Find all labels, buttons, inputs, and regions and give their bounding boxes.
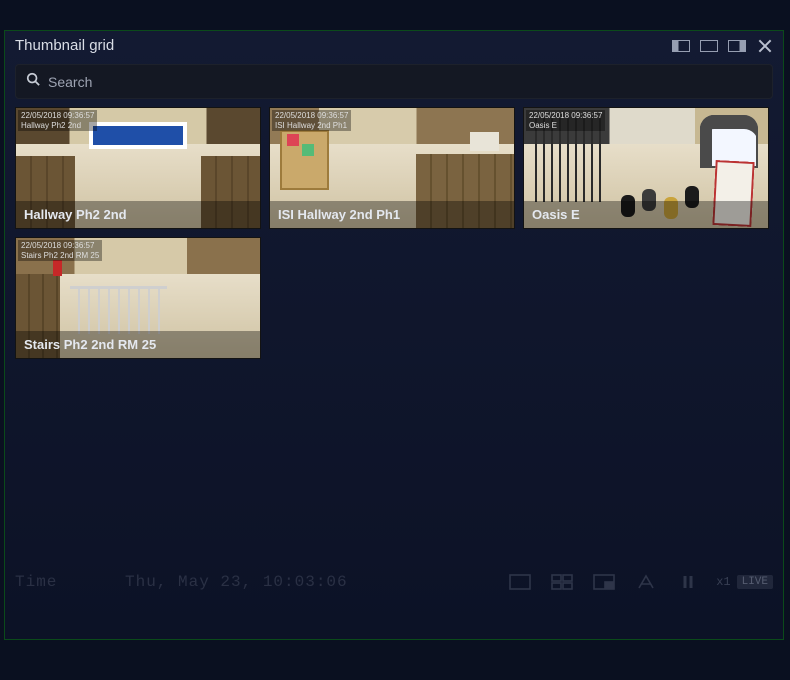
pause-icon[interactable]: [676, 573, 700, 591]
camera-label: ISI Hallway 2nd Ph1: [270, 201, 514, 228]
live-badge[interactable]: LIVE: [737, 575, 773, 589]
dock-full-button[interactable]: [699, 39, 719, 53]
thumbnail-grid-panel: Thumbnail grid 22/05/2018 09:36:57 Hallw…: [4, 30, 784, 640]
search-bar[interactable]: [15, 64, 773, 99]
layout-single-icon[interactable]: [508, 573, 532, 591]
layout-pip-icon[interactable]: [592, 573, 616, 591]
camera-tile[interactable]: 22/05/2018 09:36:57 Oasis E Oasis E: [523, 107, 769, 229]
camera-overlay-text: 22/05/2018 09:36:57 ISI Hallway 2nd Ph1: [272, 110, 351, 131]
camera-grid: 22/05/2018 09:36:57 Hallway Ph2 2nd Hall…: [5, 99, 783, 367]
camera-tile[interactable]: 22/05/2018 09:36:57 ISI Hallway 2nd Ph1 …: [269, 107, 515, 229]
camera-label: Hallway Ph2 2nd: [16, 201, 260, 228]
playback-speed[interactable]: x1: [716, 575, 730, 589]
dock-right-button[interactable]: [727, 39, 747, 53]
camera-tile[interactable]: 22/05/2018 09:36:57 Stairs Ph2 2nd RM 25…: [15, 237, 261, 359]
camera-overlay-text: 22/05/2018 09:36:57 Oasis E: [526, 110, 605, 131]
camera-label: Stairs Ph2 2nd RM 25: [16, 331, 260, 358]
layout-grid-icon[interactable]: [550, 573, 574, 591]
dock-left-button[interactable]: [671, 39, 691, 53]
camera-tile[interactable]: 22/05/2018 09:36:57 Hallway Ph2 2nd Hall…: [15, 107, 261, 229]
panel-title: Thumbnail grid: [15, 37, 114, 54]
close-button[interactable]: [757, 38, 773, 54]
camera-overlay-text: 22/05/2018 09:36:57 Stairs Ph2 2nd RM 25: [18, 240, 102, 261]
camera-label: Oasis E: [524, 201, 768, 228]
timeline-timestamp: Thu, May 23, 10:03:06: [125, 573, 348, 591]
camera-overlay-text: 22/05/2018 09:36:57 Hallway Ph2 2nd: [18, 110, 97, 131]
titlebar: Thumbnail grid: [5, 31, 783, 64]
timeline-label: Time: [15, 573, 125, 591]
text-tool-icon[interactable]: [634, 573, 658, 591]
search-icon: [26, 72, 48, 91]
search-input[interactable]: [48, 74, 762, 90]
timeline-bar: Time Thu, May 23, 10:03:06 x1 LIVE: [15, 569, 773, 595]
